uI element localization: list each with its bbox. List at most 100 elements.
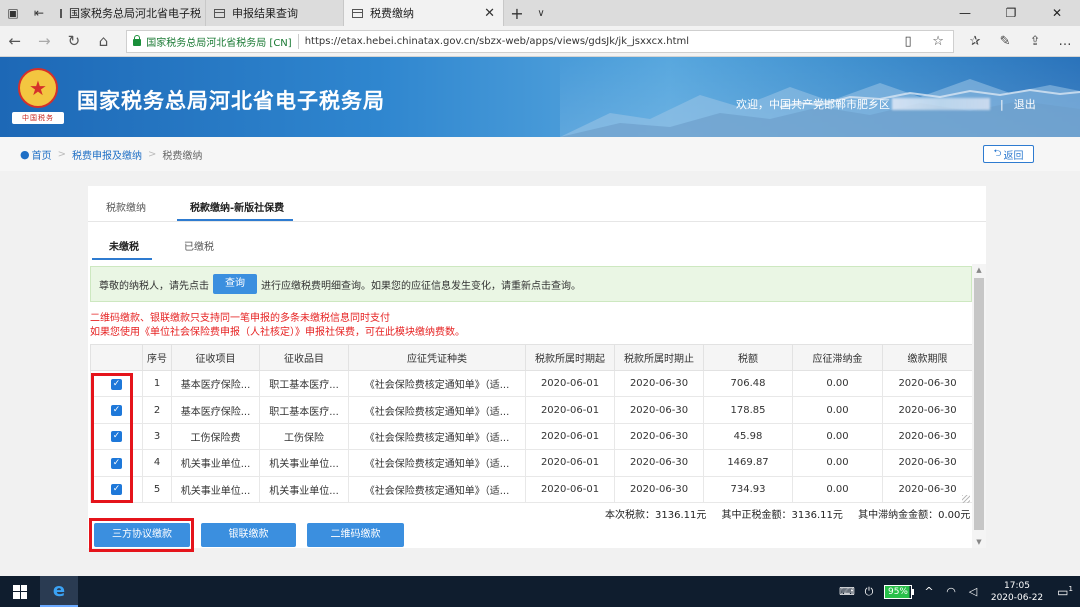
table-row[interactable]: ✓ 5 机关事业单位... 机关事业单位... 《社会保险费核定通知单》（适..… [90, 475, 973, 503]
close-window-icon[interactable]: ✕ [1034, 0, 1080, 26]
cell-voucher: 《社会保险费核定通知单》（适... [348, 475, 526, 503]
minimize-icon[interactable]: — [942, 0, 988, 26]
col-period-end: 税款所属时期止 [614, 344, 704, 371]
clock-date: 2020-06-22 [990, 592, 1044, 603]
clock[interactable]: 17:05 2020-06-22 [984, 580, 1050, 604]
clock-time: 17:05 [1004, 580, 1030, 591]
close-tab-icon[interactable]: ✕ [484, 6, 495, 21]
logout-link[interactable]: 退出 [1014, 96, 1036, 112]
scroll-up-icon[interactable]: ▲ [972, 264, 986, 276]
vertical-scrollbar[interactable]: ▲ ▼ [972, 264, 986, 548]
notice-text-after: 进行应缴税费明细查询。如果您的应征信息发生变化，请重新点击查询。 [261, 280, 581, 292]
notification-center-icon[interactable]: ▭1 [1050, 585, 1080, 599]
tab-set-aside-icon[interactable]: ▣ [0, 0, 26, 26]
lock-icon [133, 34, 142, 46]
cell-amount: 1469.87 [703, 449, 793, 477]
cell-period-start: 2020-06-01 [525, 422, 615, 451]
battery-indicator[interactable]: 95% [883, 584, 914, 599]
cell-late-fee: 0.00 [792, 369, 883, 398]
payment-totals: 本次税款：3136.11元 其中正税金额：3136.11元 其中滞纳金金额：0.… [605, 506, 970, 521]
forward-icon[interactable]: → [30, 32, 60, 50]
site-identity[interactable]: 国家税务总局河北省税务局 [CN] [146, 33, 299, 49]
edge-browser-icon[interactable]: e [40, 576, 78, 607]
cell-item: 工伤保险费 [171, 422, 260, 451]
cell-subitem: 机关事业单位... [259, 475, 349, 503]
qrcode-payment-button[interactable]: 二维码缴款 [307, 523, 404, 547]
cell-subitem: 职工基本医疗... [259, 369, 349, 398]
emblem-caption: 中国税务 [12, 112, 64, 124]
cell-deadline: 2020-06-30 [882, 449, 973, 477]
notice-banner: 尊敬的纳税人，请先点击 查询 进行应缴税费明细查询。如果您的应征信息发生变化，请… [90, 266, 972, 302]
cell-late-fee: 0.00 [792, 449, 883, 477]
table-row[interactable]: ✓ 1 基本医疗保险... 职工基本医疗... 《社会保险费核定通知单》（适..… [90, 369, 973, 398]
back-button[interactable]: ⮌ 返回 [983, 145, 1034, 163]
browser-tab-active[interactable]: 税费缴纳 ✕ [344, 0, 504, 26]
breadcrumb-home[interactable]: 首页 [32, 147, 52, 162]
breadcrumb-current: 税费缴纳 [162, 150, 203, 162]
cell-item: 基本医疗保险... [171, 369, 260, 398]
chevron-down-icon[interactable]: ∨ [530, 0, 552, 26]
tab-paid[interactable]: 已缴税 [184, 238, 214, 253]
separator: | [1000, 97, 1004, 111]
refresh-icon[interactable]: ↻ [59, 32, 89, 50]
site-title: 国家税务总局河北省电子税务局 [77, 89, 385, 113]
tab-tax-payment[interactable]: 税款缴纳 [106, 199, 146, 214]
cell-late-fee: 0.00 [792, 422, 883, 451]
cell-amount: 734.93 [703, 475, 793, 503]
scroll-down-icon[interactable]: ▼ [972, 536, 986, 548]
cell-period-end: 2020-06-30 [614, 396, 704, 424]
cell-voucher: 《社会保险费核定通知单》（适... [348, 396, 526, 424]
scroll-thumb[interactable] [974, 278, 984, 530]
table-row[interactable]: ✓ 2 基本医疗保险... 职工基本医疗... 《社会保险费核定通知单》（适..… [90, 396, 973, 424]
back-button-label: 返回 [1003, 150, 1024, 162]
star-icon: ★ [29, 76, 47, 100]
page-icon [352, 8, 363, 18]
welcome-area: 欢迎，中国共产党邯郸市肥乡区 | 退出 [736, 96, 1036, 112]
tab-back-icon[interactable]: ⇤ [26, 0, 52, 26]
tip-line: 如果您使用《单位社会保险费申报（人社核定）》申报社保费，可在此模块缴纳费数。 [90, 327, 465, 338]
keyboard-icon[interactable]: ⌨ [836, 585, 858, 598]
resize-grip-icon[interactable] [962, 495, 970, 503]
back-icon[interactable]: ← [0, 32, 30, 50]
chevron-up-icon[interactable]: ^ [918, 585, 940, 598]
col-late-fee: 应征滞纳金 [792, 344, 883, 371]
total-principal: 其中正税金额：3136.11元 [721, 510, 843, 521]
tip-line: 二维码缴款、银联缴款只支持同一笔申报的多条未缴税信息同时支付 [90, 313, 390, 324]
table-row[interactable]: ✓ 4 机关事业单位... 机关事业单位... 《社会保险费核定通知单》（适..… [90, 449, 973, 477]
url-field[interactable]: 国家税务总局河北省税务局 [CN] https://etax.hebei.chi… [126, 29, 955, 53]
reading-view-icon[interactable]: ▯ [893, 34, 923, 49]
table-row[interactable]: ✓ 3 工伤保险费 工伤保险 《社会保险费核定通知单》（适... 2020-06… [90, 422, 973, 451]
secondary-tabs: 未缴税 已缴税 [88, 230, 986, 260]
col-amount: 税额 [703, 344, 793, 371]
col-period-start: 税款所属时期起 [525, 344, 615, 371]
windows-logo-icon [13, 584, 27, 599]
notes-icon[interactable]: ✎ [990, 34, 1020, 49]
restore-icon[interactable]: ❐ [988, 0, 1034, 26]
start-button[interactable] [0, 576, 40, 607]
col-select [90, 344, 143, 371]
volume-icon[interactable]: ◁ [962, 585, 984, 598]
cell-late-fee: 0.00 [792, 396, 883, 424]
cell-period-start: 2020-06-01 [525, 449, 615, 477]
windows-taskbar: e ⌨ ⏻ 95% ^ ◠ ◁ 17:05 2020-06-22 ▭1 [0, 576, 1080, 607]
unionpay-payment-button[interactable]: 银联缴款 [201, 523, 296, 547]
home-icon[interactable]: ⌂ [89, 32, 119, 50]
tab-social-insurance-payment[interactable]: 税款缴纳-新版社保费 [190, 199, 284, 214]
breadcrumb-level1[interactable]: 税费申报及缴纳 [72, 147, 142, 162]
browser-tab[interactable]: 申报结果查询 [206, 0, 344, 26]
redacted-name [892, 98, 990, 110]
favorite-star-icon[interactable]: ☆ [923, 34, 953, 49]
cell-item: 机关事业单位... [171, 475, 260, 503]
wifi-icon[interactable]: ◠ [940, 585, 962, 598]
total-tax: 本次税款：3136.11元 [605, 510, 707, 521]
share-icon[interactable]: ⇪ [1020, 34, 1050, 49]
browser-tab[interactable]: 国家税务总局河北省电子税 [52, 0, 206, 26]
power-plug-icon[interactable]: ⏻ [858, 585, 880, 599]
more-icon[interactable]: … [1050, 34, 1080, 49]
query-button[interactable]: 查询 [213, 274, 257, 294]
new-tab-icon[interactable]: + [504, 0, 530, 26]
tab-unpaid[interactable]: 未缴税 [109, 238, 139, 253]
cell-period-start: 2020-06-01 [525, 369, 615, 398]
cell-period-end: 2020-06-30 [614, 475, 704, 503]
favorites-hub-icon[interactable]: ✰ [960, 34, 990, 49]
